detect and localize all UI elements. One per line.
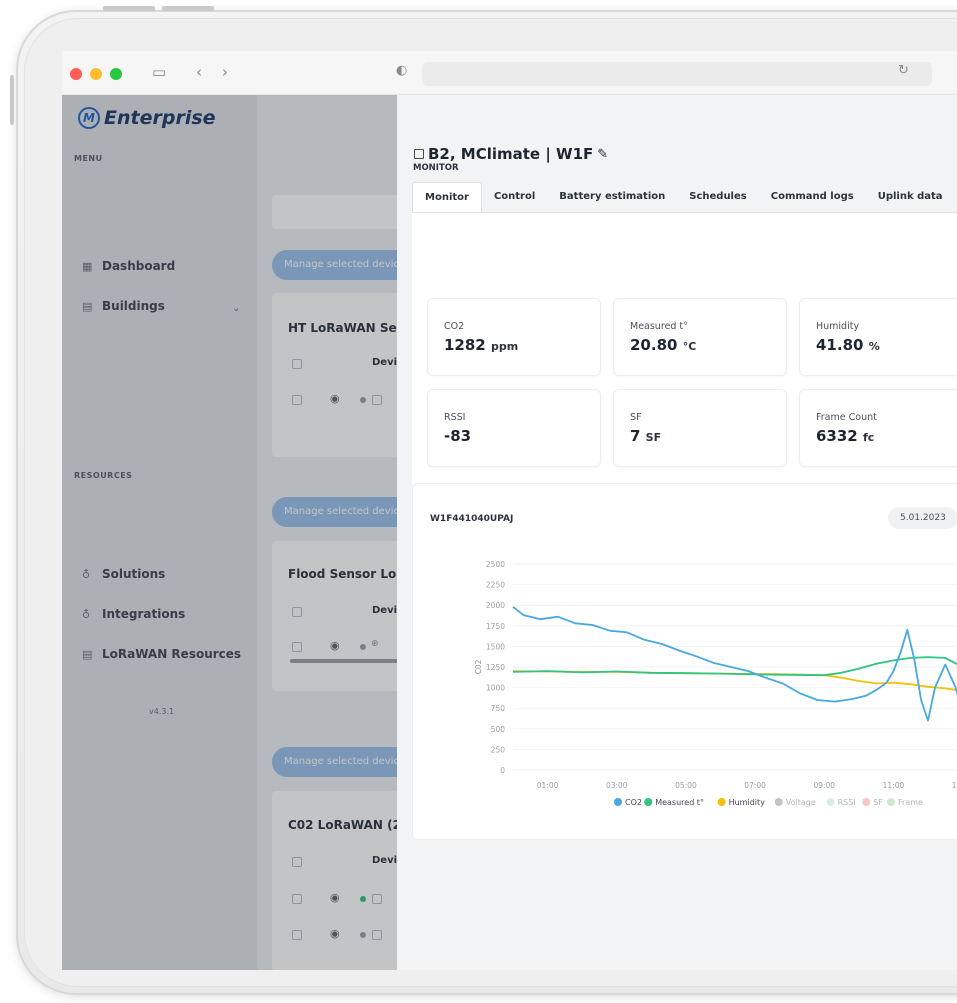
x-tick-label: 05:00: [675, 781, 697, 790]
monitor-section-label: MONITOR: [413, 163, 459, 173]
metric-value: 1282 ppm: [444, 336, 519, 354]
browser-toolbar: ▭ ‹ › ◐ ↻: [62, 51, 957, 95]
metric-label: Humidity: [816, 321, 860, 332]
tab-monitor[interactable]: Monitor: [412, 182, 482, 212]
metric-label: CO2: [444, 321, 465, 332]
x-tick-label: 07:00: [744, 781, 766, 790]
y-tick-label: 500: [491, 725, 506, 734]
sidebar-toggle-icon[interactable]: ▭: [152, 63, 166, 81]
y-tick-label: 2500: [486, 560, 505, 569]
metric-card-frame-count: Frame Count 6332 fc: [799, 389, 957, 467]
legend-label: Frame: [898, 798, 923, 807]
metric-label: Measured t°: [630, 321, 688, 332]
y-tick-label: 1250: [486, 663, 505, 672]
metric-card-co2: CO2 1282 ppm: [427, 298, 601, 376]
y-tick-label: 0: [500, 766, 505, 775]
reload-icon[interactable]: ↻: [898, 63, 909, 78]
y-tick-label: 1500: [486, 642, 505, 651]
x-tick-label: 03:00: [606, 781, 628, 790]
device-title-text: B2, MClimate | W1F: [428, 145, 594, 163]
tablet-side-button: [10, 75, 14, 125]
close-window-button[interactable]: [70, 68, 82, 80]
y-tick-label: 1000: [486, 684, 505, 693]
metric-label: SF: [630, 412, 642, 423]
forward-icon[interactable]: ›: [222, 63, 228, 81]
sensor-chart: 0 250 500 750 1000 1250 1500 1750 2000 2250 2500 01…: [474, 560, 957, 807]
tab-control[interactable]: Control: [482, 182, 547, 212]
metric-value: 6332 fc: [816, 427, 875, 445]
legend-swatch: [774, 798, 783, 806]
back-icon[interactable]: ‹: [196, 63, 202, 81]
tab-schedules[interactable]: Schedules: [677, 182, 758, 212]
maximize-window-button[interactable]: [110, 68, 122, 80]
x-tick-label: 09:00: [813, 781, 835, 790]
metric-card-rssi: RSSI -83: [427, 389, 601, 467]
series-line-co2: [512, 606, 957, 722]
metric-value: 7 SF: [630, 427, 662, 445]
tab-uplink-data[interactable]: Uplink data: [866, 182, 955, 212]
legend-swatch: [614, 798, 622, 806]
y-tick-label: 750: [491, 704, 506, 713]
legend-swatch: [826, 798, 835, 806]
y-tick-label: 2250: [486, 581, 505, 590]
x-tick-label: 13:00: [952, 781, 957, 790]
y-tick-label: 250: [491, 745, 506, 754]
y-axis-label: C02: [474, 659, 483, 674]
device-icon: [414, 149, 424, 159]
x-tick-label: 01:00: [537, 781, 559, 790]
metric-label: RSSI: [444, 412, 466, 423]
x-tick-label: 11:00: [883, 781, 905, 790]
metric-value: 41.80 %: [816, 336, 880, 354]
metric-card-temperature: Measured t° 20.80 °C: [613, 298, 787, 376]
metric-value: -83: [444, 427, 472, 445]
y-tick-label: 2000: [486, 601, 505, 610]
metric-label: Frame Count: [816, 412, 877, 423]
metric-card-sf: SF 7 SF: [613, 389, 787, 467]
tab-bar: Monitor Control Battery estimation Sched…: [412, 182, 957, 212]
legend-label: RSSI: [838, 798, 856, 807]
legend-label: Voltage: [786, 798, 816, 807]
series-line-measured-t: [512, 656, 957, 677]
legend-label: Humidity: [729, 798, 766, 807]
legend-swatch: [644, 798, 653, 806]
tab-command-logs[interactable]: Command logs: [759, 182, 866, 212]
y-tick-label: 1750: [486, 622, 505, 631]
legend-label: SF: [873, 798, 883, 807]
metric-value: 20.80 °C: [630, 336, 697, 354]
metric-card-humidity: Humidity 41.80 %: [799, 298, 957, 376]
pencil-icon[interactable]: ✎: [597, 147, 608, 162]
browser-window: ▭ ‹ › ◐ ↻ M Enterprise MENU ▦ Dashboard …: [62, 51, 957, 970]
device-drawer: B2, MClimate | W1F ✎ Monitor Control Bat…: [397, 95, 957, 970]
modal-backdrop[interactable]: [62, 95, 397, 970]
tablet-top-button: [162, 6, 214, 11]
legend-label: Measured t°: [655, 798, 704, 807]
legend-swatch: [887, 798, 895, 806]
legend-swatch: [862, 798, 871, 806]
shield-icon[interactable]: ◐: [396, 63, 407, 78]
address-bar[interactable]: [422, 62, 932, 86]
drawer-title: B2, MClimate | W1F ✎: [414, 145, 608, 163]
tab-battery-estimation[interactable]: Battery estimation: [547, 182, 677, 212]
chart-card: W1F441040UPAJ 5.01.2023 0 250 500 750 1000 12…: [412, 483, 957, 840]
legend-label: CO2: [625, 798, 642, 807]
legend-swatch: [717, 798, 726, 806]
minimize-window-button[interactable]: [90, 68, 102, 80]
tablet-top-button: [103, 6, 155, 11]
